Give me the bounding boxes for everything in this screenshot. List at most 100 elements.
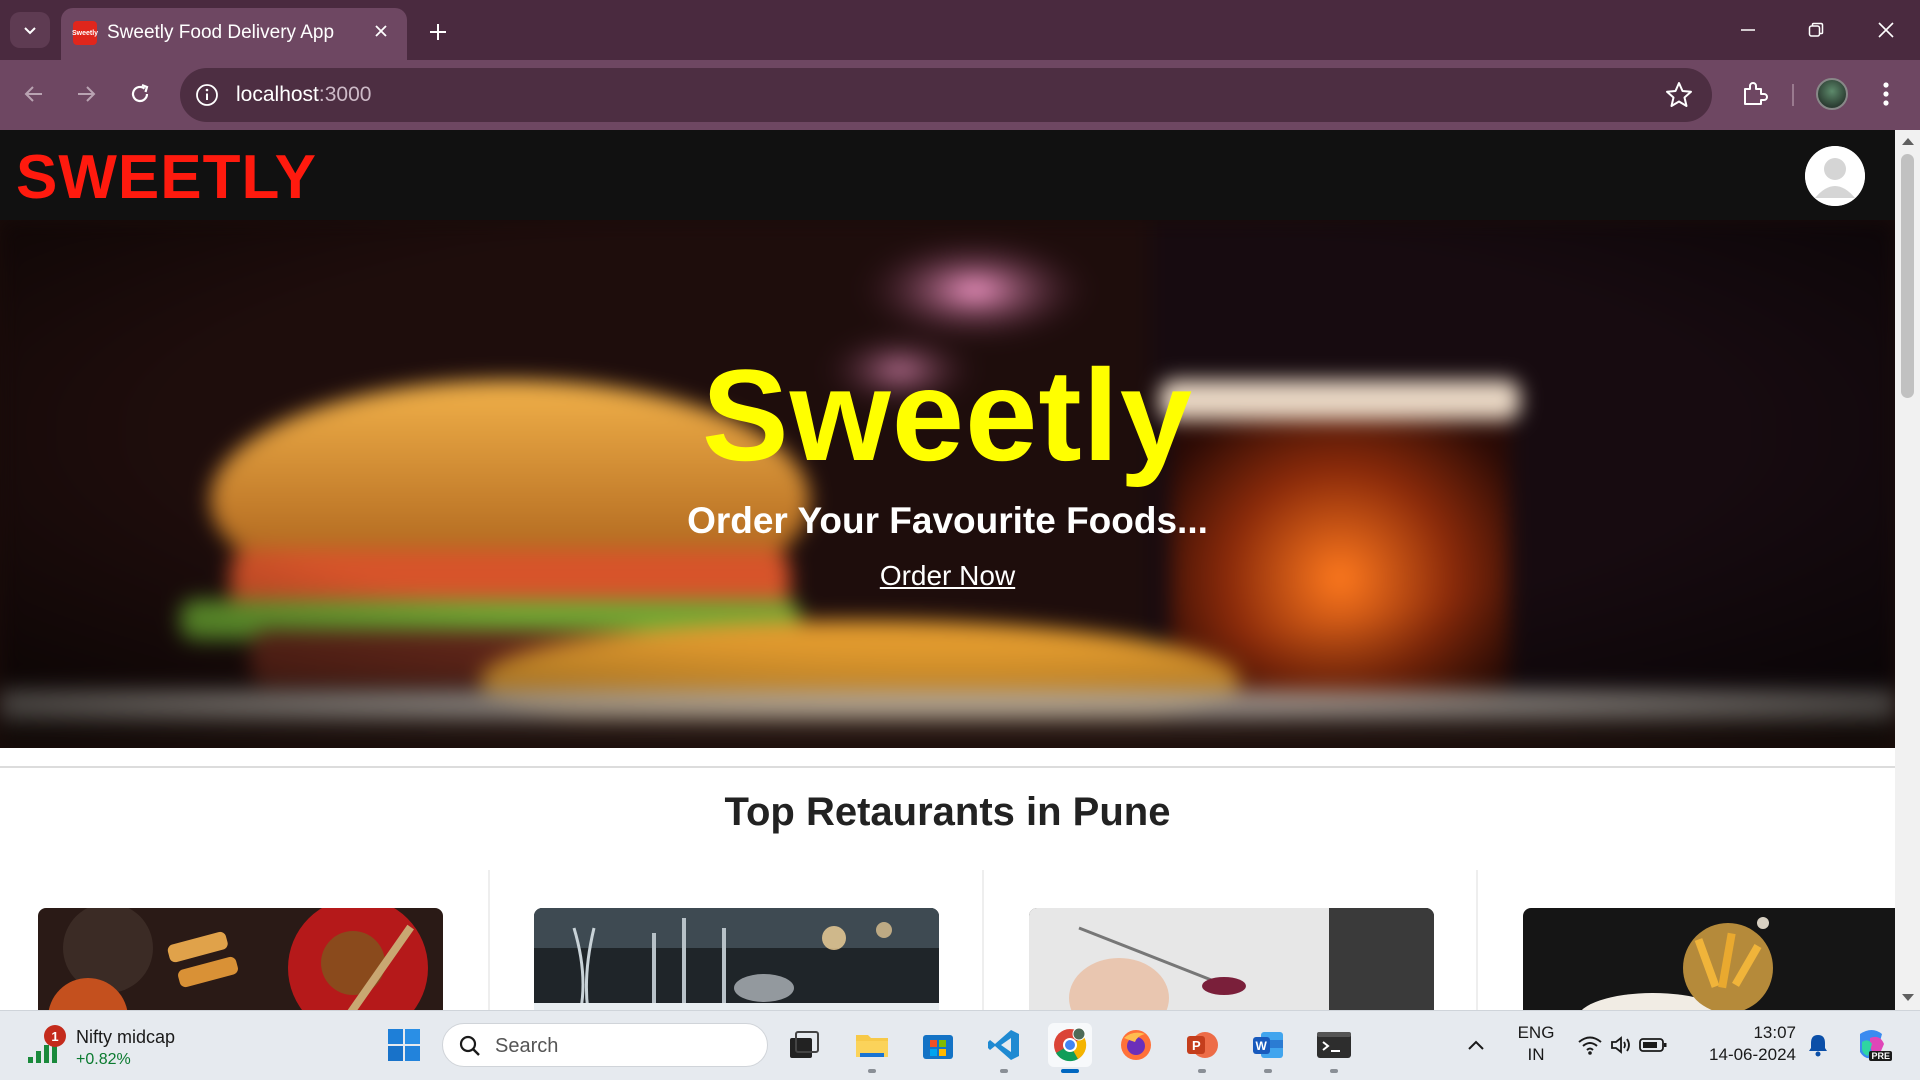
hero-cta-container: Order Now: [0, 560, 1895, 592]
running-indicator: [868, 1069, 876, 1073]
terminal-icon: [1317, 1032, 1351, 1058]
reload-icon: [131, 83, 149, 103]
microsoft-store-app[interactable]: [916, 1023, 960, 1067]
scroll-up-arrow[interactable]: [1902, 138, 1914, 145]
page-viewport: SWEETLY Sweetly Order Your Favourite Foo…: [0, 130, 1895, 1010]
restaurant-fries-image: [1523, 908, 1895, 1010]
chrome-app[interactable]: [1048, 1023, 1092, 1073]
file-explorer-app[interactable]: [850, 1023, 894, 1073]
word-app[interactable]: W: [1246, 1023, 1290, 1073]
restaurant-chef-image: [1029, 908, 1434, 1010]
tab-favicon: Sweetly: [71, 21, 99, 45]
forward-button[interactable]: [66, 74, 106, 114]
task-view-button[interactable]: [782, 1023, 826, 1067]
chevron-up-icon: [1468, 1040, 1484, 1050]
plus-icon: [430, 24, 446, 40]
copilot-button[interactable]: PRE: [1850, 1023, 1894, 1067]
word-icon: W: [1253, 1032, 1283, 1058]
folder-icon: [856, 1035, 888, 1057]
order-now-link[interactable]: Order Now: [880, 560, 1015, 591]
battery-icon: [1639, 1038, 1667, 1052]
powerpoint-app[interactable]: P: [1180, 1023, 1224, 1073]
taskbar-search[interactable]: Search: [442, 1023, 768, 1067]
volume-icon: [1611, 1036, 1630, 1054]
extensions-icon: [1744, 82, 1768, 105]
tab-search-button[interactable]: [10, 12, 50, 48]
restaurant-card-image[interactable]: [38, 908, 443, 1010]
vscode-app[interactable]: [982, 1023, 1026, 1073]
site-navbar: SWEETLY: [0, 130, 1895, 220]
close-window-button[interactable]: [1856, 10, 1916, 50]
firefox-app[interactable]: [1114, 1023, 1158, 1067]
section-divider: [0, 766, 1895, 768]
scrollbar-thumb[interactable]: [1901, 154, 1914, 398]
active-indicator: [1061, 1069, 1079, 1073]
extensions-button[interactable]: [1736, 76, 1772, 112]
language-indicator[interactable]: ENG IN: [1510, 1023, 1562, 1065]
url-port: :3000: [318, 83, 372, 106]
toolbar-separator: [1792, 84, 1794, 106]
clock-time: 13:07: [1753, 1023, 1796, 1042]
url-host: localhost: [236, 83, 319, 106]
running-indicator: [1330, 1069, 1338, 1073]
restaurant-food-image: [38, 908, 443, 1010]
running-indicator: [1000, 1069, 1008, 1073]
bell-icon: [1809, 1035, 1827, 1057]
address-bar[interactable]: localhost:3000: [180, 68, 1712, 122]
close-icon: [375, 25, 387, 37]
minimize-button[interactable]: [1718, 10, 1778, 50]
clock[interactable]: 13:07 14-06-2024: [1696, 1023, 1796, 1065]
profile-avatar[interactable]: [1816, 78, 1848, 110]
svg-text:P: P: [1192, 1038, 1201, 1053]
restore-button[interactable]: [1786, 10, 1846, 50]
browser-menu-button[interactable]: [1868, 76, 1904, 112]
language-code: ENG: [1517, 1023, 1555, 1042]
task-view-icon: [790, 1031, 819, 1058]
notification-badge: 1: [44, 1025, 66, 1047]
start-button[interactable]: [382, 1023, 426, 1067]
restaurant-dining-image: [534, 908, 939, 1010]
terminal-app[interactable]: [1312, 1023, 1356, 1073]
restore-icon: [1808, 22, 1824, 37]
back-icon: [24, 86, 42, 102]
market-widget[interactable]: 1 Nifty midcap +0.82%: [26, 1021, 196, 1069]
widget-value: +0.82%: [76, 1051, 131, 1068]
restaurant-card-image[interactable]: [534, 908, 939, 1010]
chevron-down-icon: [24, 27, 36, 35]
widget-name: Nifty midcap: [76, 1027, 176, 1047]
region-code: IN: [1527, 1045, 1545, 1064]
search-placeholder: Search: [495, 1035, 559, 1057]
page-scrollbar[interactable]: [1895, 130, 1920, 1010]
star-icon[interactable]: [1664, 80, 1694, 110]
quick-settings-button[interactable]: [1572, 1023, 1672, 1067]
user-icon: [1805, 146, 1865, 206]
windows-logo-icon: [388, 1029, 420, 1061]
restaurant-card-image[interactable]: [1523, 908, 1895, 1010]
reload-button[interactable]: [120, 74, 160, 114]
forward-icon: [78, 86, 96, 102]
new-tab-button[interactable]: [420, 14, 456, 50]
restaurant-card-image[interactable]: [1029, 908, 1434, 1010]
hero-subtitle: Order Your Favourite Foods...: [687, 500, 1208, 541]
info-icon[interactable]: [194, 82, 220, 108]
search-icon: [459, 1035, 480, 1056]
hero-title: Sweetly: [701, 342, 1194, 488]
wifi-icon: [1578, 1036, 1602, 1055]
brand-logo[interactable]: SWEETLY: [16, 142, 317, 213]
card-separator: [1476, 870, 1478, 1010]
tab-close-button[interactable]: [369, 19, 393, 43]
svg-text:W: W: [1256, 1039, 1268, 1053]
user-avatar[interactable]: [1805, 146, 1865, 206]
hero-banner: Sweetly Order Your Favourite Foods... Or…: [0, 220, 1895, 748]
powerpoint-icon: P: [1187, 1032, 1218, 1058]
url-text[interactable]: localhost:3000: [236, 83, 371, 107]
show-hidden-icons-button[interactable]: [1456, 1023, 1496, 1067]
copilot-badge: PRE: [1869, 1051, 1892, 1061]
favicon-text: Sweetly: [71, 29, 99, 37]
scroll-down-arrow[interactable]: [1902, 994, 1914, 1001]
browser-tab-bar: Sweetly Sweetly Food Delivery App: [0, 0, 1920, 60]
back-button[interactable]: [14, 74, 54, 114]
card-separator: [488, 870, 490, 1010]
notifications-button[interactable]: [1798, 1023, 1838, 1067]
active-tab[interactable]: Sweetly Sweetly Food Delivery App: [61, 8, 407, 60]
